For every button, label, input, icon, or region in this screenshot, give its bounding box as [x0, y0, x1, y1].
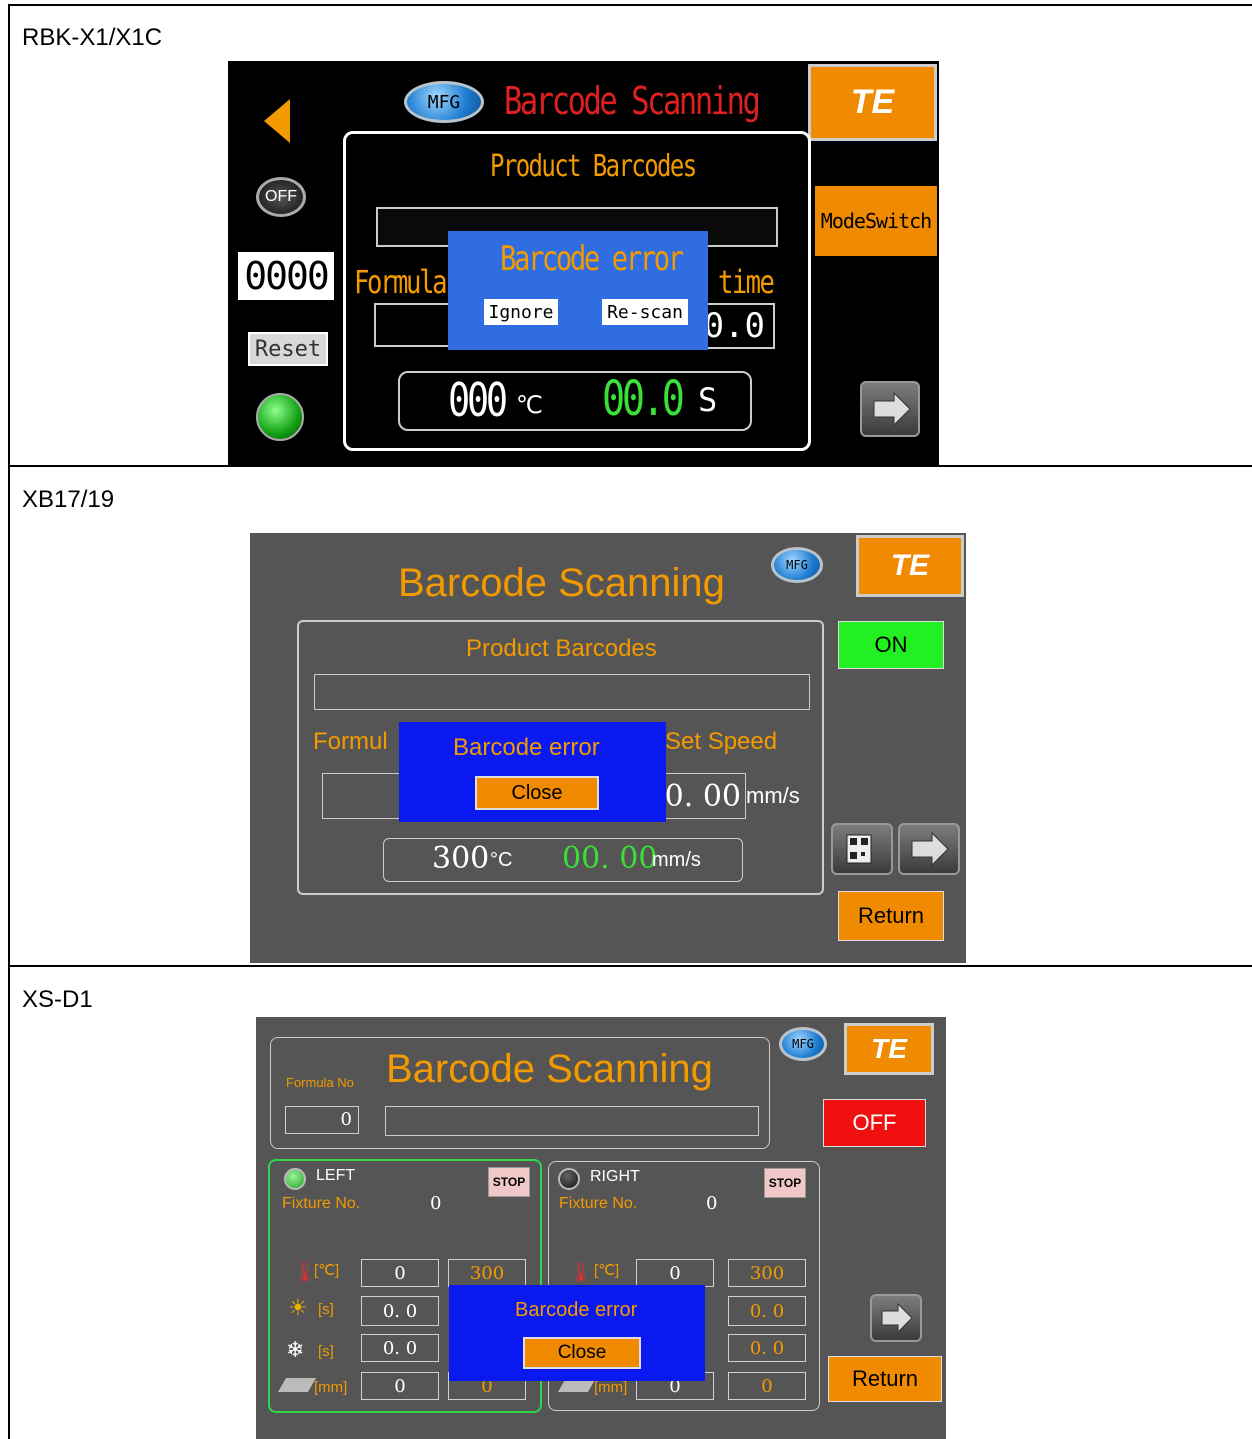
temperature-value: 000 — [448, 373, 508, 427]
right-label: RIGHT — [590, 1168, 640, 1185]
off-toggle[interactable]: OFF — [823, 1099, 926, 1147]
table-left-border — [8, 4, 10, 1439]
screen-rbk: MFG Barcode Scanning TE OFF 0000 Reset P… — [228, 61, 939, 465]
qr-scan-icon[interactable] — [831, 823, 893, 875]
barcode-error-dialog: Barcode error Close — [449, 1285, 705, 1381]
page-title: Barcode Scanning — [504, 79, 761, 123]
mfg-badge[interactable]: MFG — [404, 81, 484, 123]
right-cool-set[interactable]: 0. 0 — [728, 1334, 806, 1362]
te-logo-text: TE — [890, 549, 930, 582]
back-arrow-icon[interactable] — [262, 97, 292, 145]
left-heat-unit: [s] — [318, 1301, 334, 1318]
left-cool-unit: [s] — [318, 1343, 334, 1360]
off-button[interactable]: OFF — [256, 177, 306, 217]
seconds-unit: S — [698, 381, 718, 419]
formula-no-label: Formula No — [286, 1075, 354, 1090]
speed-readout-unit: mm/s — [652, 849, 701, 871]
left-temp-unit: [℃] — [314, 1262, 340, 1279]
row-divider-2 — [8, 965, 1252, 967]
mfg-badge[interactable]: MFG — [771, 547, 823, 583]
right-thermometer-icon: 🌡 — [568, 1262, 594, 1284]
formula-label: Formul — [313, 728, 388, 755]
screen-xb: Barcode Scanning MFG TE ON Product Barco… — [250, 533, 966, 963]
seconds-value: 00.0 — [602, 371, 685, 427]
right-fixture-value: 0 — [706, 1193, 718, 1214]
te-logo-text: TE — [871, 1033, 907, 1064]
temperature-unit: °C — [490, 849, 513, 871]
left-temp-set[interactable]: 300 — [448, 1259, 526, 1287]
close-button[interactable]: Close — [523, 1337, 641, 1369]
te-logo: TE — [856, 535, 964, 597]
left-cool-icon: ❄ — [286, 1337, 305, 1362]
formula-label: Formula — [354, 263, 447, 301]
barcode-error-dialog: Barcode error Close — [399, 722, 666, 822]
right-mm-unit: [mm] — [594, 1379, 628, 1396]
page-title: Barcode Scanning — [398, 561, 725, 605]
temperature-value: 300 — [432, 841, 490, 876]
right-mm-set[interactable]: 0 — [728, 1372, 806, 1400]
mfg-badge[interactable]: MFG — [779, 1027, 827, 1061]
product-barcodes-label: Product Barcodes — [490, 149, 697, 184]
te-logo: TE — [844, 1023, 934, 1075]
status-led-icon — [256, 393, 304, 441]
table-top-border — [8, 4, 1252, 6]
right-stop-button[interactable]: STOP — [764, 1168, 806, 1198]
left-mm-current: 0 — [361, 1372, 439, 1400]
dialog-title: Barcode error — [453, 734, 600, 761]
set-speed-field[interactable]: 0. 00 — [662, 773, 746, 819]
speed-readout-value: 00. 00 — [562, 841, 658, 876]
te-logo-text: TE — [850, 83, 895, 121]
ignore-button[interactable]: Ignore — [484, 299, 558, 325]
formula-no-field[interactable]: 0 — [285, 1106, 359, 1134]
row-label-xsd1: XS-D1 — [22, 986, 93, 1013]
mode-switch-button[interactable]: ModeSwitch — [815, 186, 937, 256]
dialog-title: Barcode error — [500, 239, 684, 279]
left-temp-current: 0 — [361, 1259, 439, 1287]
left-heat-current: 0. 0 — [361, 1296, 439, 1326]
right-temp-current: 0 — [636, 1259, 714, 1287]
te-logo: TE — [808, 64, 937, 141]
product-barcodes-label: Product Barcodes — [466, 635, 657, 662]
barcode-input[interactable] — [385, 1106, 759, 1136]
time-label: time — [718, 263, 775, 301]
left-fixture-value: 0 — [430, 1193, 442, 1214]
return-button[interactable]: Return — [838, 891, 944, 941]
left-label: LEFT — [316, 1167, 356, 1184]
row-label-rbk: RBK-X1/X1C — [22, 24, 163, 51]
right-heat-set[interactable]: 0. 0 — [728, 1296, 806, 1326]
temperature-unit: ℃ — [516, 392, 543, 419]
right-temp-unit: [℃] — [594, 1262, 620, 1279]
left-stop-button[interactable]: STOP — [488, 1167, 530, 1197]
page-title: Barcode Scanning — [386, 1047, 713, 1091]
dialog-title: Barcode error — [515, 1299, 638, 1321]
barcode-input[interactable] — [314, 674, 810, 710]
row-label-xb: XB17/19 — [22, 486, 115, 513]
rescan-button[interactable]: Re-scan — [602, 299, 688, 325]
set-speed-unit: mm/s — [746, 783, 800, 808]
set-speed-label: Set Speed — [665, 728, 778, 755]
left-status-led-icon — [284, 1168, 306, 1190]
next-arrow-icon[interactable] — [860, 381, 920, 437]
row-divider-1 — [8, 465, 1252, 467]
left-mm-unit: [mm] — [314, 1379, 348, 1396]
counter-display: 0000 — [238, 252, 334, 300]
reset-button[interactable]: Reset — [248, 332, 328, 366]
left-heat-icon: ☀ — [288, 1295, 308, 1320]
left-fixture-label: Fixture No. — [282, 1195, 361, 1212]
on-toggle[interactable]: ON — [838, 621, 944, 669]
right-temp-set[interactable]: 300 — [728, 1259, 806, 1287]
return-button[interactable]: Return — [828, 1356, 942, 1402]
barcode-error-dialog: Barcode error Ignore Re-scan — [448, 231, 708, 350]
left-cool-current: 0. 0 — [361, 1334, 439, 1362]
next-arrow-icon[interactable] — [870, 1294, 922, 1342]
right-status-led-icon — [558, 1168, 580, 1190]
screen-xsd1: Formula No Barcode Scanning 0 MFG TE OFF… — [256, 1017, 946, 1439]
close-button[interactable]: Close — [475, 776, 599, 810]
right-fixture-label: Fixture No. — [559, 1195, 638, 1212]
next-arrow-icon[interactable] — [898, 823, 960, 875]
